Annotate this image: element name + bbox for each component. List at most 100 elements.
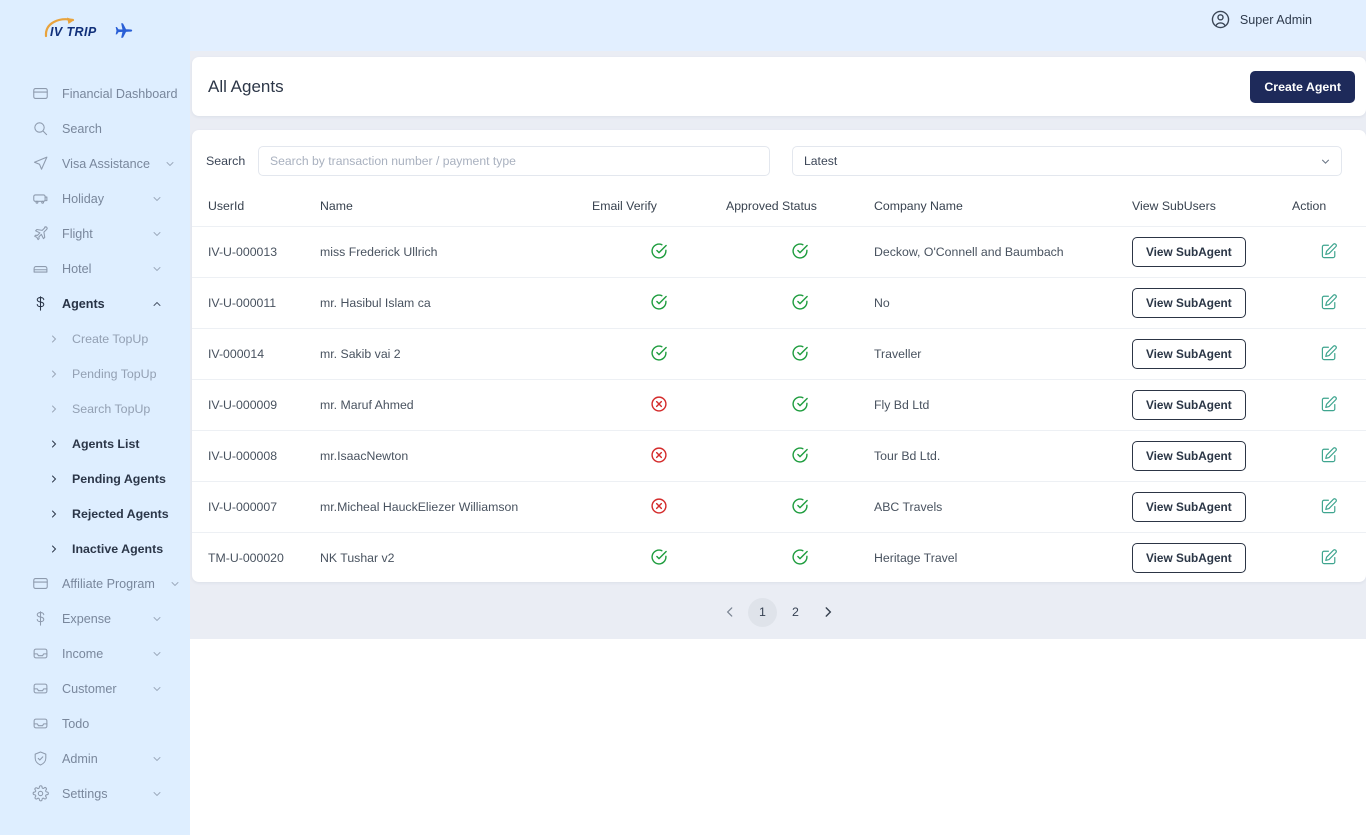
chevron-right-icon	[52, 335, 57, 342]
sidebar-subitem-agents-list[interactable]: Agents List	[0, 426, 190, 461]
cell-action	[1292, 430, 1366, 482]
sidebar-subitem-create-topup[interactable]: Create TopUp	[0, 321, 190, 356]
sidebar-item-label: Search	[62, 121, 102, 136]
inbox-icon	[33, 718, 48, 729]
sidebar-subitem-inactive-agents[interactable]: Inactive Agents	[0, 531, 190, 566]
edit-agent-button[interactable]	[1320, 497, 1338, 515]
edit-agent-button[interactable]	[1320, 293, 1338, 311]
sidebar-item-search[interactable]: Search	[0, 111, 190, 146]
sidebar-item-label: Financial Dashboard	[62, 86, 178, 101]
sidebar-subitem-label: Create TopUp	[72, 331, 149, 346]
sidebar-subitem-pending-topup[interactable]: Pending TopUp	[0, 356, 190, 391]
bed-icon-wrap	[32, 260, 49, 277]
view-subagent-button[interactable]: View SubAgent	[1132, 339, 1246, 369]
sidebar-item-expense[interactable]: Expense	[0, 601, 190, 636]
edit-agent-button[interactable]	[1320, 242, 1338, 260]
sidebar-item-hotel[interactable]: Hotel	[0, 251, 190, 286]
inbox-icon-wrap	[32, 680, 49, 697]
unverified-cross-icon	[650, 446, 668, 464]
plane-icon-wrap	[32, 225, 49, 242]
edit-agent-button[interactable]	[1320, 548, 1338, 566]
sidebar-item-visa-assistance[interactable]: Visa Assistance	[0, 146, 190, 181]
table-header-row: UserId Name Email Verify Approved Status…	[192, 191, 1366, 227]
sidebar-item-admin[interactable]: Admin	[0, 741, 190, 776]
view-subagent-button[interactable]: View SubAgent	[1132, 390, 1246, 420]
sidebar-subitem-rejected-agents[interactable]: Rejected Agents	[0, 496, 190, 531]
search-input[interactable]	[258, 145, 770, 176]
cell-approved-status	[726, 379, 874, 431]
sidebar-item-label: Hotel	[62, 261, 92, 276]
sidebar-item-holiday[interactable]: Holiday	[0, 181, 190, 216]
sidebar-subitem-label: Rejected Agents	[72, 506, 169, 521]
cell-action	[1292, 533, 1366, 583]
shield-icon	[34, 751, 47, 766]
edit-agent-button[interactable]	[1320, 395, 1338, 413]
page-header-card: All Agents Create Agent	[192, 57, 1366, 116]
cell-action	[1292, 226, 1366, 278]
edit-agent-button[interactable]	[1320, 446, 1338, 464]
col-action: Action	[1292, 191, 1366, 227]
sidebar-item-customer[interactable]: Customer	[0, 671, 190, 706]
chevron-right-icon	[52, 545, 57, 552]
sidebar-item-label: Visa Assistance	[62, 156, 150, 171]
cell-approved-status	[726, 277, 874, 329]
dollar-icon	[36, 296, 45, 311]
pagination-page-2[interactable]: 2	[781, 598, 810, 627]
chevron-down-icon	[153, 791, 161, 796]
cell-view-subusers: View SubAgent	[1132, 533, 1292, 583]
create-agent-button[interactable]: Create Agent	[1250, 70, 1355, 103]
sidebar-item-settings[interactable]: Settings	[0, 776, 190, 811]
edit-pencil-icon	[1321, 548, 1337, 564]
verified-check-icon	[791, 293, 809, 311]
cell-userid: IV-U-000008	[192, 430, 320, 482]
edit-agent-button[interactable]	[1320, 344, 1338, 362]
verified-check-icon	[791, 395, 809, 413]
sidebar-item-income[interactable]: Income	[0, 636, 190, 671]
chevron-right-icon	[52, 475, 57, 482]
sidebar-subitem-pending-agents[interactable]: Pending Agents	[0, 461, 190, 496]
inbox-icon	[33, 683, 48, 694]
cell-view-subusers: View SubAgent	[1132, 481, 1292, 533]
pagination-next[interactable]	[814, 598, 842, 626]
pagination-page-1[interactable]: 1	[748, 597, 777, 627]
view-subagent-button[interactable]: View SubAgent	[1132, 237, 1246, 267]
inbox-icon-wrap	[32, 645, 49, 662]
cell-email-verify	[592, 533, 726, 583]
cell-name: mr.IsaacNewton	[320, 430, 592, 482]
cell-email-verify	[592, 277, 726, 329]
sidebar-item-label: Expense	[62, 611, 112, 626]
pagination-prev[interactable]	[716, 598, 744, 626]
view-subagent-button[interactable]: View SubAgent	[1132, 288, 1246, 318]
verified-check-icon	[650, 293, 668, 311]
view-subagent-button[interactable]: View SubAgent	[1132, 492, 1246, 522]
page-title: All Agents	[208, 76, 284, 96]
cell-email-verify	[592, 328, 726, 380]
chevron-right-icon	[825, 607, 832, 617]
chevron-up-icon	[153, 301, 161, 306]
sidebar-item-affiliate-program[interactable]: Affiliate Program	[0, 566, 190, 601]
cell-email-verify	[592, 379, 726, 431]
table-row: IV-U-000008 mr.IsaacNewton Tour Bd Ltd. Vie…	[192, 430, 1366, 482]
sidebar-item-label: Customer	[62, 681, 117, 696]
user-menu[interactable]: Super Admin	[1210, 9, 1312, 30]
view-subagent-button[interactable]: View SubAgent	[1132, 543, 1246, 574]
cell-approved-status	[726, 328, 874, 380]
sidebar-item-label: Flight	[62, 226, 93, 241]
verified-check-icon	[791, 344, 809, 362]
sidebar-item-flight[interactable]: Flight	[0, 216, 190, 251]
sort-select[interactable]: Latest	[792, 145, 1342, 176]
sidebar-item-todo[interactable]: Todo	[0, 706, 190, 741]
sidebar-subitem-label: Pending TopUp	[72, 366, 157, 381]
verified-check-icon	[650, 242, 668, 260]
sidebar-item-agents[interactable]: Agents	[0, 286, 190, 321]
brand-logo[interactable]: IV TRIP	[0, 0, 190, 62]
sidebar-item-label: Affiliate Program	[62, 576, 155, 591]
sidebar-subitem-search-topup[interactable]: Search TopUp	[0, 391, 190, 426]
chevron-down-icon	[153, 231, 161, 236]
sidebar-subitem-label: Pending Agents	[72, 471, 166, 486]
filter-row: Search Latest	[192, 130, 1366, 191]
view-subagent-button[interactable]: View SubAgent	[1132, 441, 1246, 471]
bus-icon	[33, 194, 48, 204]
cell-email-verify	[592, 481, 726, 533]
sidebar-item-financial-dashboard[interactable]: Financial Dashboard	[0, 76, 190, 111]
